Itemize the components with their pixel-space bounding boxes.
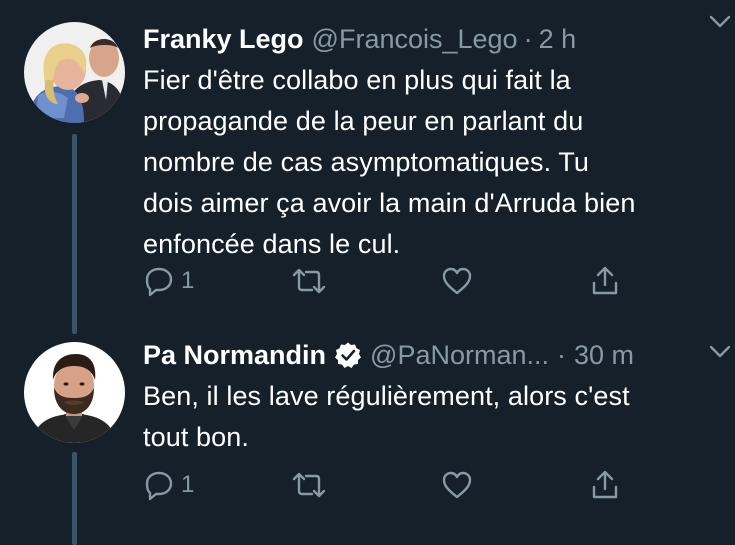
chevron-down-icon — [709, 15, 731, 28]
tweet-header: Franky Lego @Francois_Lego · 2 h — [143, 18, 715, 60]
avatar[interactable] — [24, 342, 125, 443]
retweet-button[interactable] — [291, 261, 327, 301]
display-name[interactable]: Franky Lego — [143, 18, 304, 60]
tweet-text-line: dois aimer ça avoir la main d'Arruda bie… — [143, 188, 636, 218]
share-icon — [592, 266, 618, 295]
avatar[interactable] — [24, 22, 125, 123]
tweet-header: Pa Normandin @PaNorman... · 30 m — [143, 334, 715, 376]
reply-icon — [145, 267, 173, 297]
heart-icon — [442, 267, 472, 295]
tweet-text: Fier d'être collabo en plus qui fait la … — [143, 60, 715, 265]
tweet-text-line: nombre de cas asymptomatiques. Tu — [143, 147, 590, 177]
share-icon — [592, 470, 618, 499]
timestamp[interactable]: 30 m — [574, 334, 634, 376]
verified-badge — [334, 341, 362, 369]
tweet-content: Franky Lego @Francois_Lego · 2 h Fier d'… — [143, 18, 715, 265]
more-options-button[interactable] — [707, 339, 733, 365]
tweet-text-line: tout bon. — [143, 422, 249, 452]
separator-dot: · — [523, 24, 533, 54]
reply-button[interactable]: 1 — [143, 261, 194, 301]
display-name[interactable]: Pa Normandin — [143, 334, 326, 376]
share-button[interactable] — [589, 465, 621, 505]
like-button[interactable] — [441, 261, 473, 301]
reply-icon — [145, 471, 173, 501]
avatar-bearded-man-photo-icon — [24, 342, 125, 443]
tweet-text-line: Fier d'être collabo en plus qui fait la — [143, 65, 571, 95]
separator-dot: · — [557, 340, 566, 370]
retweet-button[interactable] — [291, 465, 327, 505]
retweet-icon — [292, 472, 326, 498]
share-button[interactable] — [589, 261, 621, 301]
tweet[interactable]: Pa Normandin @PaNorman... · 30 m Ben, il… — [0, 330, 735, 545]
like-button[interactable] — [441, 465, 473, 505]
retweet-icon — [292, 268, 326, 294]
timestamp[interactable]: 2 h — [539, 18, 577, 60]
reply-button[interactable]: 1 — [143, 465, 194, 505]
tweet-content: Pa Normandin @PaNorman... · 30 m Ben, il… — [143, 334, 715, 458]
chevron-down-icon — [709, 345, 731, 358]
user-handle[interactable]: @Francois_Lego — [312, 18, 518, 60]
tweet-actions: 1 — [143, 465, 643, 505]
heart-icon — [442, 471, 472, 499]
reply-count: 1 — [181, 267, 195, 294]
user-handle[interactable]: @PaNorman... — [370, 334, 549, 376]
avatar-couple-photo-icon — [24, 22, 125, 123]
verified-badge-icon — [335, 342, 362, 368]
tweet-actions: 1 — [143, 261, 643, 301]
tweet[interactable]: Franky Lego @Francois_Lego · 2 h Fier d'… — [0, 0, 735, 330]
reply-count: 1 — [181, 471, 195, 498]
tweet-text-line: enfoncée dans le cul. — [143, 229, 401, 259]
more-options-button[interactable] — [707, 9, 733, 35]
tweet-text-line: propagande de la peur en parlant du — [143, 106, 584, 136]
tweet-text: Ben, il les lave régulièrement, alors c'… — [143, 376, 715, 458]
tweet-text-line: Ben, il les lave régulièrement, alors c'… — [143, 381, 630, 411]
tweet-thread: Franky Lego @Francois_Lego · 2 h Fier d'… — [0, 0, 735, 545]
